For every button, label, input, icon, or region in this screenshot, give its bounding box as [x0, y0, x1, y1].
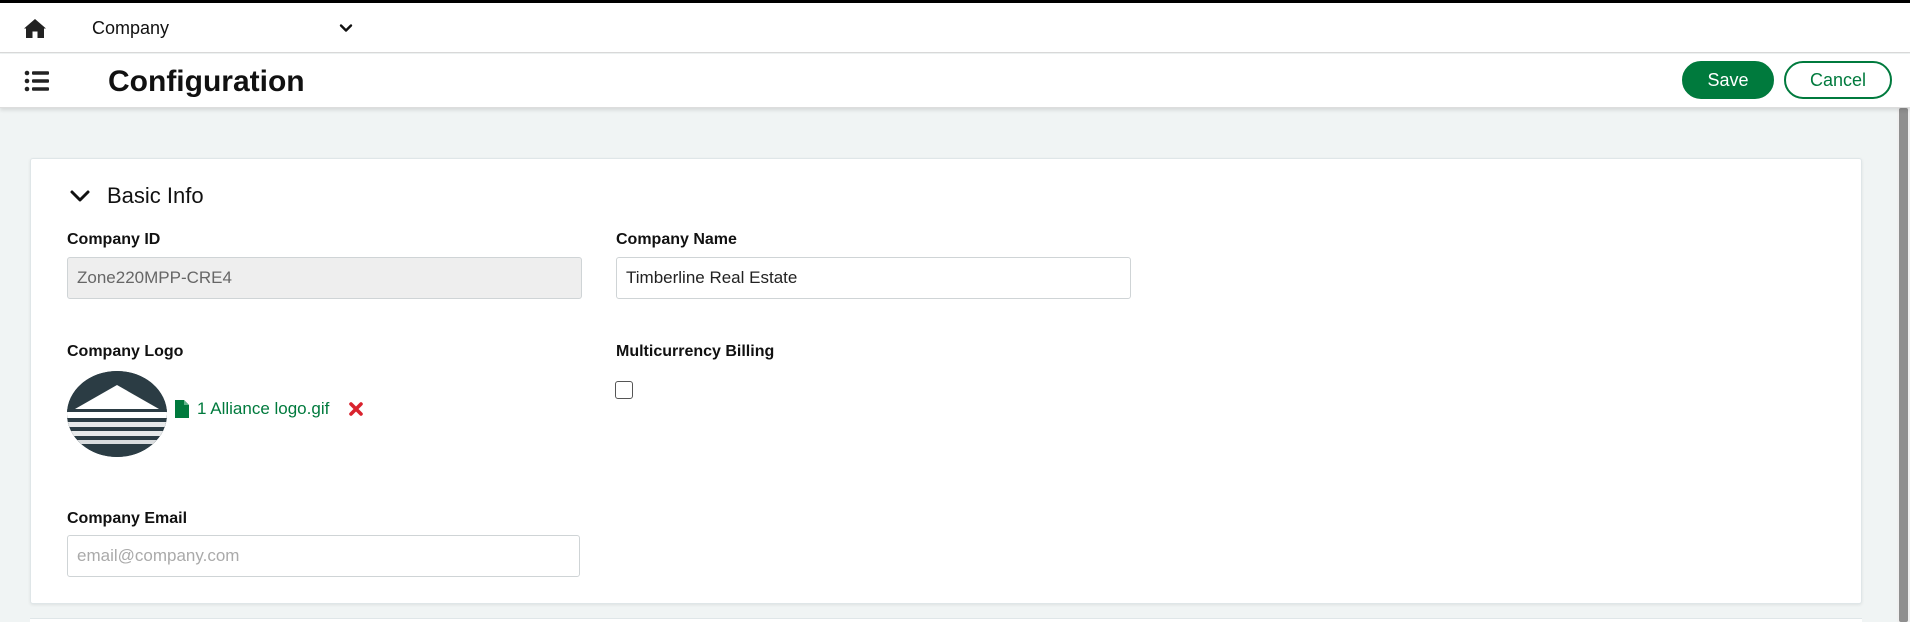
company-name-label: Company Name	[616, 231, 737, 248]
logo-file-link[interactable]: 1 Alliance logo.gif	[175, 399, 329, 419]
page-title: Configuration	[108, 65, 305, 98]
logo-file-name: 1 Alliance logo.gif	[197, 399, 330, 418]
save-button[interactable]: Save	[1682, 61, 1774, 99]
company-logo-image	[67, 371, 167, 457]
company-email-label: Company Email	[67, 510, 188, 527]
company-logo-label: Company Logo	[67, 343, 184, 360]
company-id-input	[67, 257, 582, 299]
list-menu-icon[interactable]	[24, 69, 50, 93]
company-email-input[interactable]	[67, 535, 580, 577]
company-id-label: Company ID	[67, 231, 161, 248]
chevron-down-icon	[70, 190, 90, 202]
scrollbar-thumb[interactable]	[1899, 108, 1908, 622]
page-header: Configuration Save Cancel	[0, 54, 1910, 108]
remove-x-icon[interactable]	[348, 401, 364, 417]
section-title: Basic Info	[107, 183, 204, 208]
vertical-scrollbar[interactable]	[1897, 108, 1910, 622]
basic-info-card: Basic Info Company ID Company Name Compa…	[30, 158, 1862, 604]
next-card-edge	[30, 618, 1862, 622]
top-navbar: Company	[0, 3, 1910, 53]
chevron-down-icon	[339, 24, 353, 32]
company-name-input[interactable]	[616, 257, 1131, 299]
file-icon	[175, 400, 189, 418]
company-selector[interactable]: Company	[92, 11, 354, 45]
home-icon[interactable]	[23, 17, 47, 39]
cancel-button[interactable]: Cancel	[1784, 61, 1892, 99]
company-selector-label: Company	[92, 17, 170, 38]
multicurrency-checkbox[interactable]	[615, 381, 633, 399]
basic-info-toggle[interactable]: Basic Info	[69, 183, 204, 209]
multicurrency-label: Multicurrency Billing	[616, 343, 775, 360]
